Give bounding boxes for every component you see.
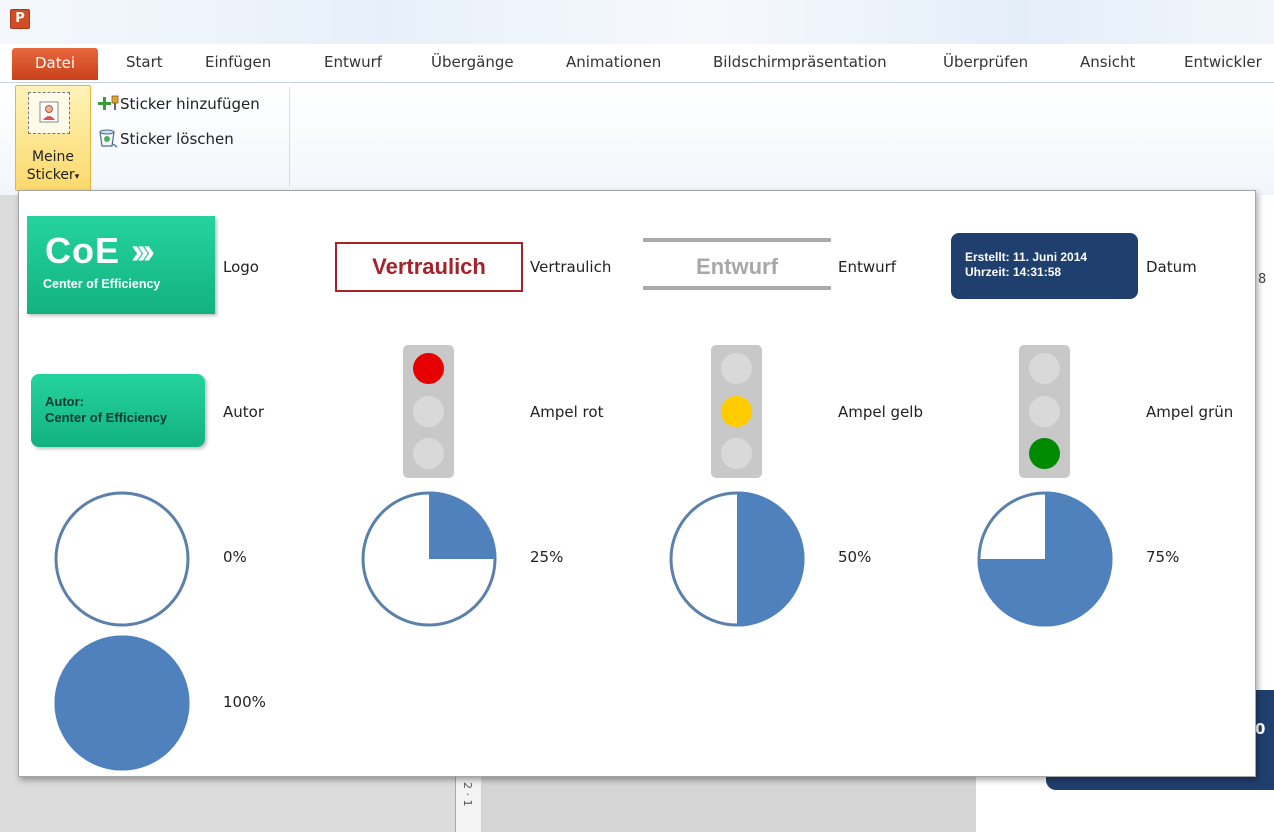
tab-entwurf[interactable]: Entwurf <box>324 53 382 71</box>
datum-time-text: Uhrzeit: 14:31:58 <box>965 265 1062 279</box>
progress-0-label: 0% <box>223 548 247 566</box>
side-indicator-text: 8 <box>1258 272 1267 287</box>
ampel-gelb-top-lamp <box>721 353 752 384</box>
vertraulich-label: Vertraulich <box>530 258 612 276</box>
sticker-hinzufuegen-label: Sticker hinzufügen <box>120 95 260 113</box>
tab-bildschirmpraesentation[interactable]: Bildschirmpräsentation <box>713 53 887 71</box>
ampel-gelb-middle-lamp <box>721 396 752 427</box>
ampel-rot-top-lamp <box>413 353 444 384</box>
ampel-rot-sticker[interactable] <box>403 345 454 478</box>
meine-sticker-label: Meine Sticker▾ <box>16 148 90 186</box>
sticker-gallery-popup: CoE ››› Center of Efficiency Logo Vertra… <box>18 190 1256 777</box>
autor-name-text: Center of Efficiency <box>45 410 168 425</box>
tab-ueberpruefen[interactable]: Überprüfen <box>943 53 1028 71</box>
progress-25-label: 25% <box>530 548 564 566</box>
logo-main-text: CoE ››› <box>45 230 155 272</box>
tab-animationen[interactable]: Animationen <box>566 53 661 71</box>
ampel-rot-label: Ampel rot <box>530 403 604 421</box>
tab-datei[interactable]: Datei <box>12 48 98 80</box>
logo-sticker[interactable]: CoE ››› Center of Efficiency <box>27 216 215 314</box>
ribbon-panel: Meine Sticker▾ Sticker hinzufügen Sticke… <box>0 83 1274 196</box>
add-sticker-icon <box>98 95 119 110</box>
ampel-gelb-sticker[interactable] <box>711 345 762 478</box>
progress-50-sticker[interactable] <box>667 491 807 627</box>
ribbon-group-separator <box>289 87 290 187</box>
sticker-hinzufuegen-button[interactable]: Sticker hinzufügen <box>96 94 260 113</box>
tab-entwickler[interactable]: Entwickler <box>1184 53 1262 71</box>
progress-50-label: 50% <box>838 548 872 566</box>
progress-50-fill <box>737 491 805 627</box>
sticker-loeschen-label: Sticker löschen <box>120 130 234 148</box>
ampel-gelb-label: Ampel gelb <box>838 403 923 421</box>
powerpoint-logo-icon: P <box>10 9 30 29</box>
vertraulich-sticker[interactable]: Vertraulich <box>335 242 523 292</box>
logo-main-word: CoE <box>45 230 120 271</box>
meine-sticker-label-line1: Meine <box>31 149 75 165</box>
progress-0-sticker[interactable] <box>52 491 192 627</box>
ribbon-tab-bar: Datei Start Einfügen Entwurf Übergänge A… <box>0 44 1274 83</box>
sticker-icon <box>28 92 70 134</box>
entwurf-label: Entwurf <box>838 258 897 276</box>
progress-100-label: 100% <box>223 693 266 711</box>
tab-uebergaenge[interactable]: Übergänge <box>431 53 514 71</box>
autor-sticker[interactable]: Autor: Center of Efficiency <box>31 374 205 447</box>
progress-75-label: 75% <box>1146 548 1180 566</box>
sticker-loeschen-button[interactable]: Sticker löschen <box>96 128 234 148</box>
tab-einfuegen[interactable]: Einfügen <box>205 53 271 71</box>
progress-25-fill <box>429 491 497 559</box>
datum-label: Datum <box>1146 258 1197 276</box>
ampel-rot-middle-lamp <box>413 396 444 427</box>
datum-created-text: Erstellt: 11. Juni 2014 <box>965 250 1088 264</box>
progress-25-sticker[interactable] <box>359 491 499 627</box>
tab-start[interactable]: Start <box>126 53 163 71</box>
autor-label: Autor <box>223 403 264 421</box>
tab-ansicht[interactable]: Ansicht <box>1080 53 1135 71</box>
datum-sticker[interactable]: Erstellt: 11. Juni 2014 Uhrzeit: 14:31:5… <box>951 233 1138 299</box>
progress-100-fill <box>54 635 190 771</box>
logo-label: Logo <box>223 258 259 276</box>
ampel-gruen-middle-lamp <box>1029 396 1060 427</box>
chevrons-icon: ››› <box>131 230 155 271</box>
progress-0-circle <box>54 491 190 627</box>
delete-sticker-icon <box>99 129 118 148</box>
meine-sticker-button[interactable]: Meine Sticker▾ <box>15 85 91 191</box>
meine-sticker-label-line2: Sticker <box>26 167 75 183</box>
autor-title-text: Autor: <box>45 394 84 409</box>
progress-100-sticker[interactable] <box>52 635 192 771</box>
logo-subtitle: Center of Efficiency <box>43 277 161 291</box>
slide-sticker-text: 0 <box>1255 720 1266 738</box>
ampel-gruen-label: Ampel grün <box>1146 403 1234 421</box>
ampel-gelb-bottom-lamp <box>721 438 752 469</box>
ampel-rot-bottom-lamp <box>413 438 444 469</box>
ampel-gruen-top-lamp <box>1029 353 1060 384</box>
ampel-gruen-bottom-lamp <box>1029 438 1060 469</box>
entwurf-sticker[interactable]: Entwurf <box>643 238 831 290</box>
title-bar: P <box>0 0 1274 44</box>
dropdown-arrow-icon: ▾ <box>74 172 80 182</box>
ampel-gruen-sticker[interactable] <box>1019 345 1070 478</box>
ruler-number: 2 · 1 <box>461 782 474 807</box>
progress-75-sticker[interactable] <box>975 491 1115 627</box>
